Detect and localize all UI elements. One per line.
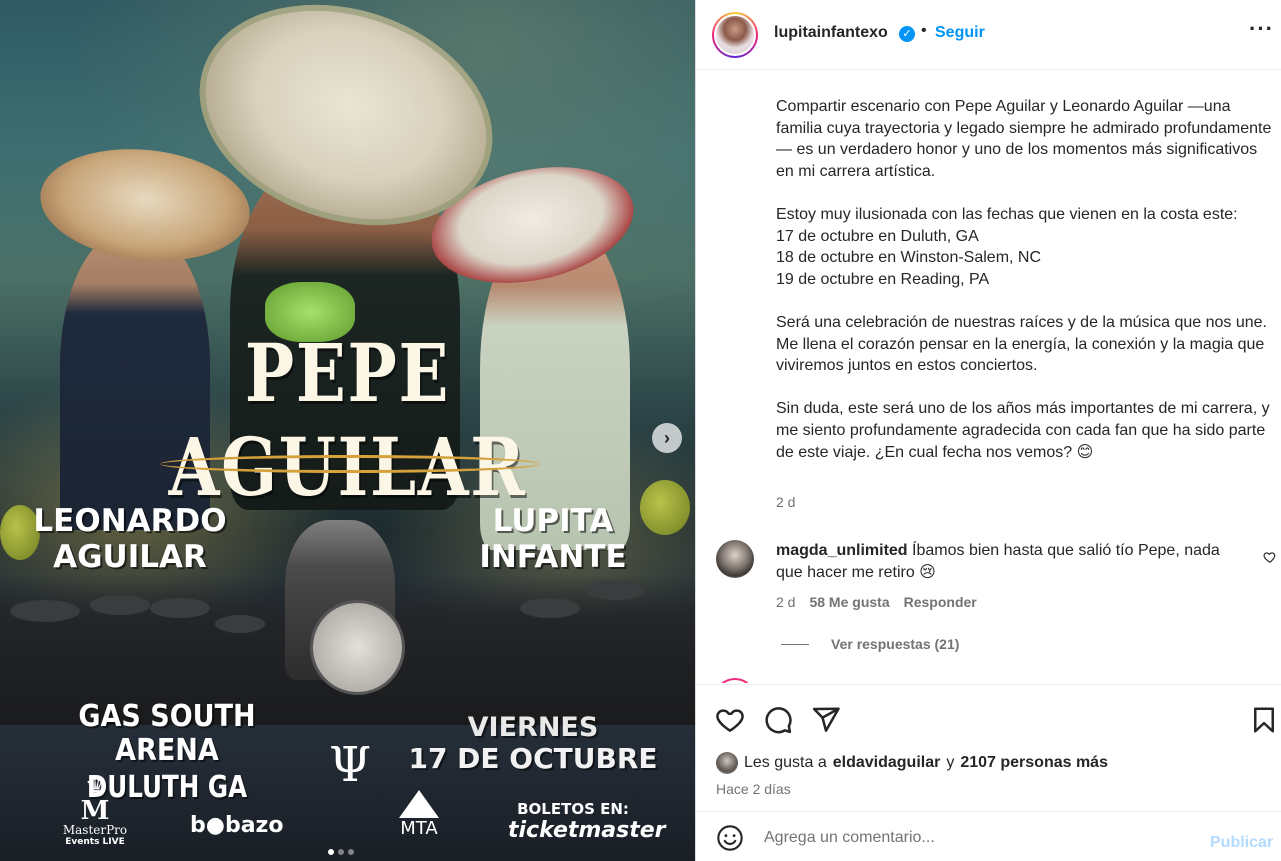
crown-icon: ♛ bbox=[85, 775, 105, 800]
mta-logo: MTA bbox=[393, 790, 445, 840]
comments-scroll-area[interactable]: Compartir escenario con Pepe Aguilar y L… bbox=[696, 71, 1281, 683]
comment-meta: 2 d 58 Me gusta Responder bbox=[776, 594, 977, 610]
logo-text: ticketmaster bbox=[508, 818, 666, 843]
crowd-hat bbox=[520, 598, 580, 618]
masterpro-logo: ♛ M MasterPro Events LIVE bbox=[50, 775, 140, 848]
tickets-label: BOLETOS EN: bbox=[517, 800, 629, 818]
comment-time[interactable]: 2 d bbox=[776, 594, 795, 610]
reply-button[interactable]: Responder bbox=[904, 594, 977, 610]
likes-others[interactable]: 2107 personas más bbox=[960, 754, 1108, 772]
comment-avatar[interactable] bbox=[716, 540, 754, 578]
carousel-dot bbox=[328, 849, 334, 855]
next-comment-avatar[interactable] bbox=[714, 678, 756, 683]
caption-timestamp[interactable]: 2 d bbox=[776, 494, 795, 510]
logo-letter: M bbox=[80, 796, 110, 826]
logo-text: Events LIVE bbox=[65, 837, 125, 847]
title-ornament bbox=[160, 455, 540, 473]
name-line: LUPITA bbox=[492, 503, 614, 539]
carousel-dots bbox=[328, 849, 354, 855]
carousel-next-button[interactable]: › bbox=[652, 423, 682, 453]
name-line: AGUILAR bbox=[53, 539, 207, 575]
comment: magda_unlimited Íbamos bien hasta que sa… bbox=[776, 540, 1236, 584]
verified-badge-icon: ✓ bbox=[899, 26, 915, 42]
bombazo-logo: b●bazo bbox=[190, 813, 284, 838]
post-image[interactable]: PEPE AGUILAR LEONARDO AGUILAR LUPITA INF… bbox=[0, 0, 695, 861]
carousel-dot bbox=[338, 849, 344, 855]
poster-title: PEPE AGUILAR bbox=[168, 326, 527, 514]
action-bar: Les gusta a eldavidaguilar y 2107 person… bbox=[696, 684, 1281, 810]
event-day: VIERNES bbox=[467, 712, 599, 743]
crowd-hat bbox=[585, 580, 645, 600]
follow-button[interactable]: Seguir bbox=[935, 24, 985, 42]
emblem-icon: Ψ bbox=[328, 737, 372, 793]
comment-like-heart-icon[interactable] bbox=[1263, 550, 1277, 564]
crowd-hat bbox=[90, 595, 150, 615]
post-caption: Compartir escenario con Pepe Aguilar y L… bbox=[776, 98, 1272, 461]
date-block: VIERNES 17 DE OCTUBRE bbox=[383, 713, 683, 775]
separator: • bbox=[921, 22, 927, 39]
avatar-image bbox=[714, 14, 756, 56]
like-heart-icon[interactable] bbox=[715, 705, 745, 735]
crowd-hat bbox=[215, 615, 265, 633]
crowd-hat bbox=[10, 600, 80, 622]
comment-bubble-icon[interactable] bbox=[763, 705, 793, 735]
crowd-hat bbox=[150, 598, 210, 618]
comment-likes[interactable]: 58 Me gusta bbox=[809, 594, 889, 610]
post-timestamp[interactable]: Hace 2 días bbox=[716, 781, 791, 797]
share-send-icon[interactable] bbox=[811, 705, 841, 735]
poster-name-leonardo: LEONARDO AGUILAR bbox=[20, 503, 240, 575]
venue-name: GAS SOUTH ARENA bbox=[78, 699, 256, 768]
likes-prefix: Les gusta a bbox=[744, 754, 827, 771]
name-line: INFANTE bbox=[479, 539, 627, 575]
liker-avatar[interactable] bbox=[716, 752, 738, 774]
mta-mountain-icon bbox=[399, 790, 439, 818]
carousel-dot bbox=[348, 849, 354, 855]
post-header: lupitainfantexo ✓ • Seguir ··· bbox=[696, 0, 1281, 70]
emoji-icon[interactable] bbox=[716, 824, 744, 852]
replies-divider bbox=[781, 643, 809, 645]
logo-text: MasterPro bbox=[62, 823, 128, 837]
view-replies-label: Ver respuestas (21) bbox=[831, 636, 960, 652]
liker-username[interactable]: eldavidaguilar bbox=[833, 754, 941, 772]
comment-input[interactable] bbox=[764, 826, 1194, 850]
poster-name-lupita: LUPITA INFANTE bbox=[448, 503, 658, 575]
chevron-right-icon: › bbox=[664, 428, 670, 448]
logo-text: MTA bbox=[400, 818, 438, 839]
event-date: 17 DE OCTUBRE bbox=[408, 742, 658, 775]
drum bbox=[310, 600, 405, 695]
name-line: LEONARDO bbox=[33, 503, 227, 539]
add-comment-bar: Publicar bbox=[696, 811, 1281, 861]
publish-button[interactable]: Publicar bbox=[1210, 834, 1273, 852]
author-username[interactable]: lupitainfantexo bbox=[774, 24, 888, 42]
save-bookmark-icon[interactable] bbox=[1249, 705, 1279, 735]
view-replies-button[interactable]: Ver respuestas (21) bbox=[781, 636, 959, 652]
likes-and: y bbox=[946, 754, 955, 771]
more-options-icon[interactable]: ··· bbox=[1249, 16, 1274, 42]
ticketmaster-logo: BOLETOS EN: ticketmaster bbox=[508, 800, 666, 844]
comment-username[interactable]: magda_unlimited bbox=[776, 542, 908, 559]
likes-summary: Les gusta a eldavidaguilar y 2107 person… bbox=[716, 752, 1108, 774]
avatar[interactable] bbox=[712, 12, 758, 58]
post-panel: lupitainfantexo ✓ • Seguir ··· Compartir… bbox=[695, 0, 1281, 861]
